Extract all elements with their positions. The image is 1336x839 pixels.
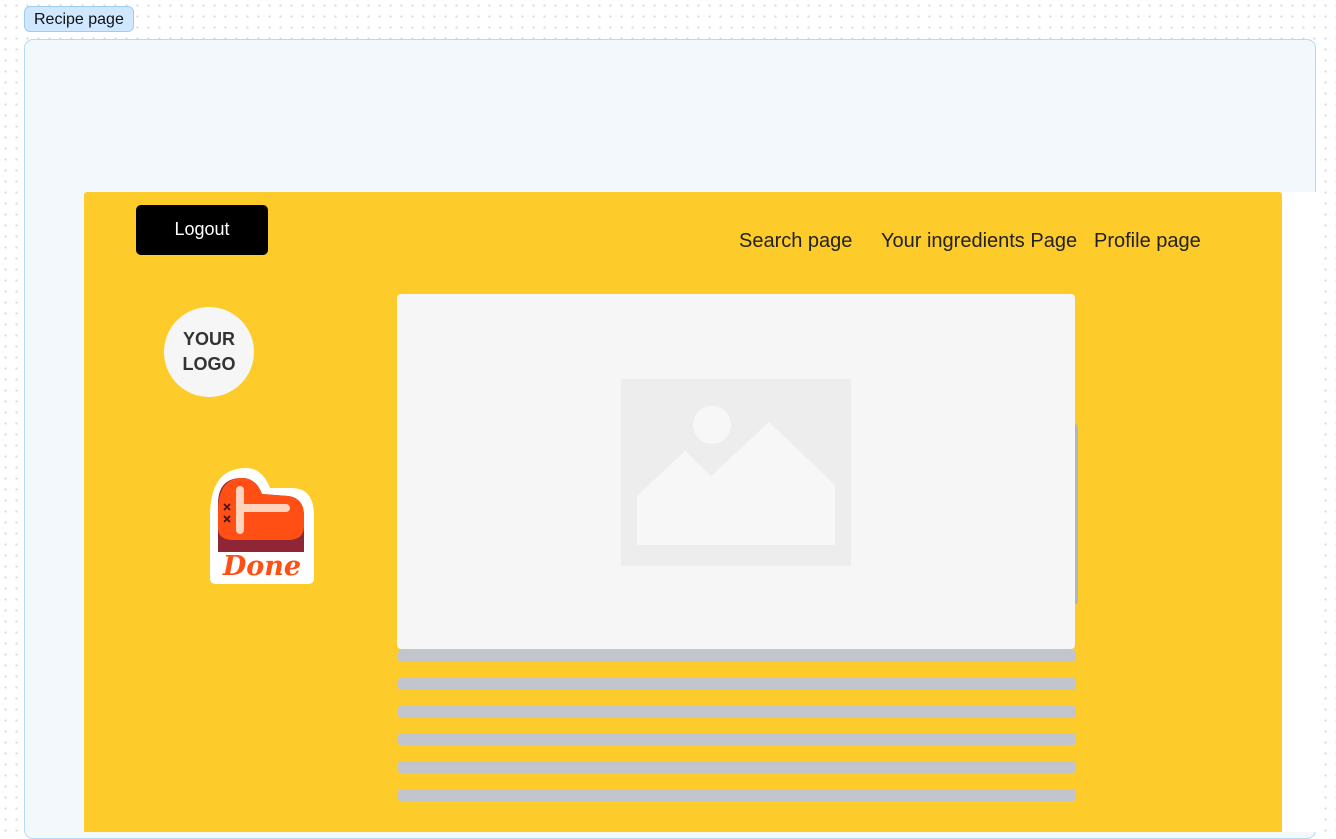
nav-link-ingredients[interactable]: Your ingredients Page — [881, 230, 1077, 253]
frame-edge — [1282, 192, 1318, 832]
nav-link-profile[interactable]: Profile page — [1094, 230, 1201, 253]
text-line-placeholder — [398, 789, 1076, 801]
logout-button[interactable]: Logout — [136, 205, 268, 255]
logo[interactable]: YOUR LOGO — [164, 307, 254, 397]
image-placeholder-icon — [621, 379, 851, 566]
done-sticker-icon: Done — [210, 468, 314, 584]
sticker-text: Done — [222, 551, 301, 582]
text-line-placeholder — [398, 678, 1076, 690]
logo-text: YOUR LOGO — [179, 327, 239, 377]
text-line-placeholder — [398, 650, 1076, 662]
text-line-placeholder — [398, 761, 1076, 773]
nav-link-search[interactable]: Search page — [739, 230, 852, 253]
recipe-page-frame: Logout Search page Your ingredients Page… — [84, 192, 1282, 832]
text-line-placeholder — [398, 706, 1076, 718]
section-label[interactable]: Recipe page — [24, 6, 134, 32]
recipe-image-card[interactable] — [397, 294, 1075, 649]
text-line-placeholder — [398, 733, 1076, 745]
logo-line-1: YOUR — [182, 329, 235, 349]
logo-line-2: LOGO — [182, 354, 236, 374]
